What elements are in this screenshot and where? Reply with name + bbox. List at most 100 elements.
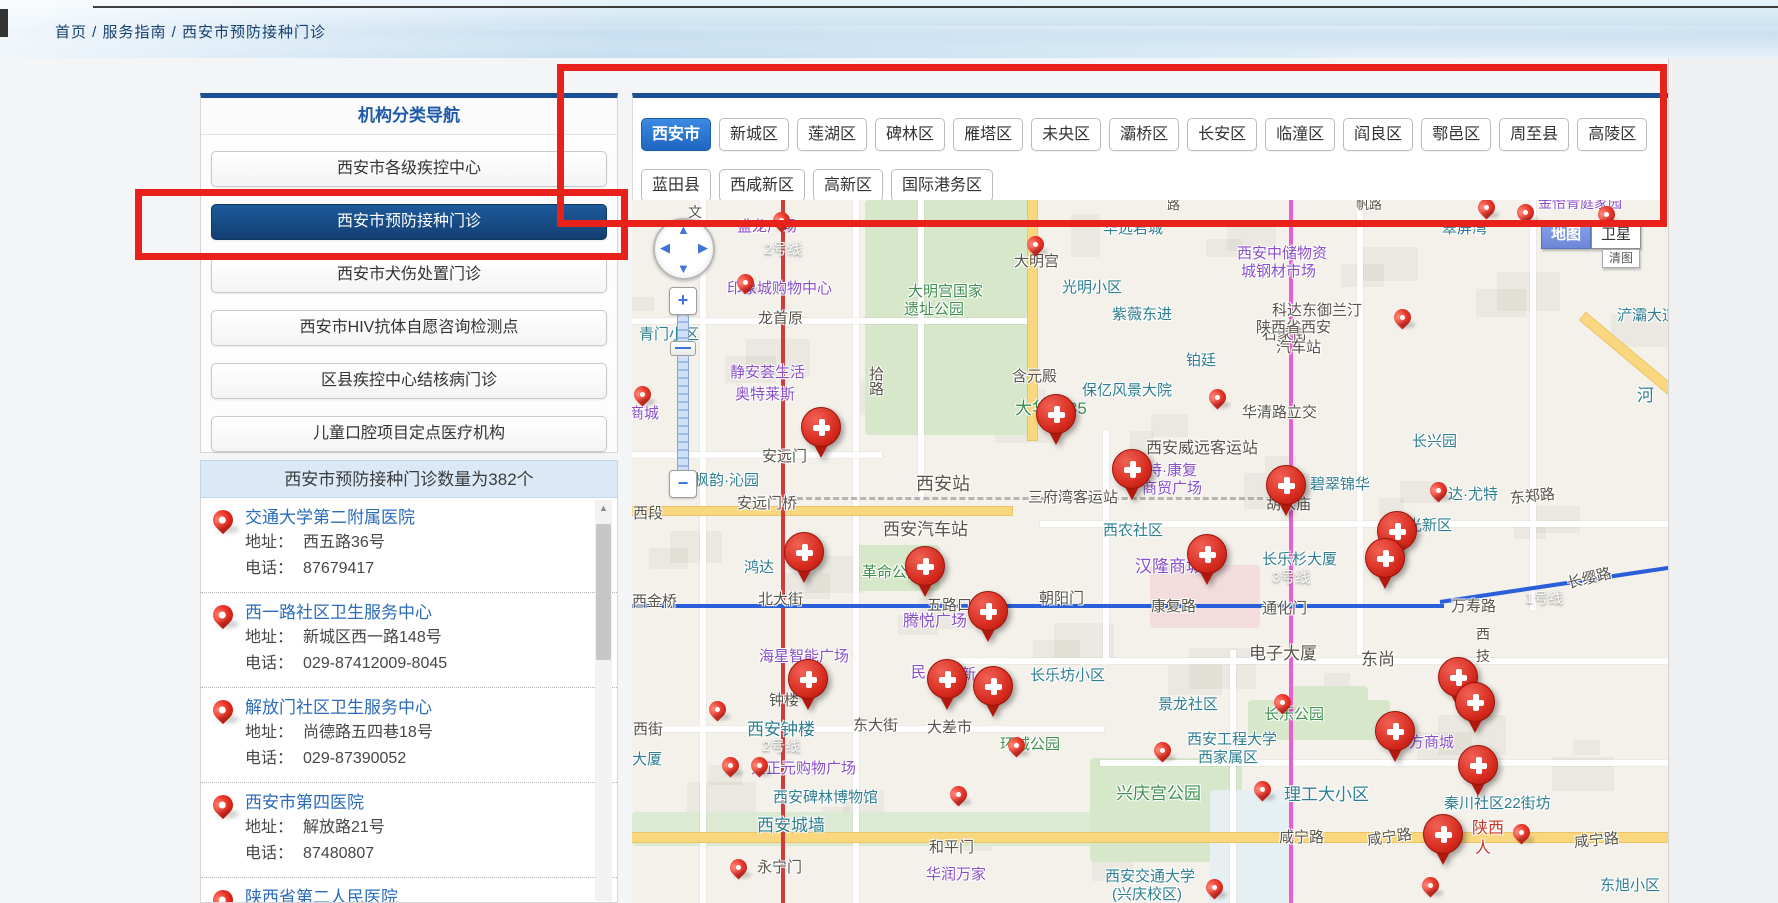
sidebar-item-3[interactable]: 西安市HIV抗体自愿咨询检测点 [211, 310, 607, 346]
breadcrumb[interactable]: 首页 / 服务指南 / 西安市预防接种门诊 [55, 21, 326, 42]
clinic-cluster-marker[interactable] [1455, 682, 1495, 736]
clinic-cluster-marker[interactable] [1375, 711, 1415, 765]
clinic-name-link[interactable]: 交通大学第二附属医院 [245, 506, 587, 530]
map-pin-marker[interactable] [1418, 873, 1442, 897]
district-tabs-row-1: 西安市新城区莲湖区碑林区雁塔区未央区灞桥区长安区临潼区阎良区鄠邑区周至县高陵区 [641, 118, 1647, 151]
map-label: 1号线 [1525, 590, 1563, 608]
map-road [632, 318, 1032, 324]
map-label: 西安工程大学 [1187, 731, 1277, 749]
map-label: 西安交通大学 [1105, 868, 1195, 886]
clinic-cluster-marker[interactable] [973, 666, 1013, 720]
tab-高陵区[interactable]: 高陵区 [1577, 118, 1647, 151]
map-pin-marker[interactable] [1390, 305, 1414, 329]
clinic-address: 地址：解放路21号 [245, 815, 587, 841]
list-scrollbar[interactable]: ▲ [595, 500, 612, 901]
clinic-cluster-marker[interactable] [1365, 538, 1405, 592]
tab-新城区[interactable]: 新城区 [719, 118, 789, 151]
map-road [1530, 200, 1536, 610]
map-label: 安远门桥 [737, 495, 797, 513]
sidebar-item-4[interactable]: 区县疾控中心结核病门诊 [211, 363, 607, 399]
clinic-cluster-marker[interactable] [905, 546, 945, 600]
map-pin-marker[interactable] [705, 697, 729, 721]
clinic-cluster-marker[interactable] [968, 591, 1008, 645]
clinic-cluster-marker[interactable] [1112, 449, 1152, 503]
map-pin-marker[interactable] [1474, 200, 1498, 220]
scroll-up-icon[interactable]: ▲ [595, 500, 612, 516]
tab-碑林区[interactable]: 碑林区 [875, 118, 945, 151]
clinic-cluster-marker[interactable] [788, 659, 828, 713]
zoom-slider-track[interactable] [677, 314, 689, 472]
map-type-map-button[interactable]: 地图 [1541, 221, 1591, 249]
clinic-name-link[interactable]: 西安市第四医院 [245, 791, 587, 815]
page-right-margin [1668, 58, 1778, 903]
map-label: 路 [1163, 200, 1181, 211]
map-label: 长缨路 [1565, 565, 1613, 593]
map-label: 北大街 [758, 591, 803, 609]
sidebar-item-5[interactable]: 儿童口腔项目定点医疗机构 [211, 416, 607, 452]
map-label: 大差市 [927, 719, 972, 737]
map-label: 静安荟生活 [730, 364, 805, 382]
tab-周至县[interactable]: 周至县 [1499, 118, 1569, 151]
sidebar-item-2[interactable]: 西安市犬伤处置门诊 [211, 257, 607, 293]
clinic-cluster-marker[interactable] [1458, 745, 1498, 799]
clinic-list-panel: 交通大学第二附属医院地址：西五路36号电话：87679417 西一路社区卫生服务中… [200, 498, 618, 903]
clinic-address: 地址：西五路36号 [245, 530, 587, 556]
map-label: 西农社区 [1103, 522, 1163, 540]
map-pin-marker[interactable] [1205, 385, 1229, 409]
tab-西安市[interactable]: 西安市 [641, 118, 711, 151]
map-building-block [1476, 289, 1526, 317]
map-pin-marker[interactable] [726, 855, 750, 879]
tab-国际港务区[interactable]: 国际港务区 [891, 169, 993, 202]
tab-灞桥区[interactable]: 灞桥区 [1109, 118, 1179, 151]
window-edge-artifact [0, 9, 8, 37]
clinic-cluster-marker[interactable] [1266, 465, 1306, 519]
clinic-cluster-marker[interactable] [784, 532, 824, 586]
map-road [1230, 650, 1236, 903]
tab-高新区[interactable]: 高新区 [813, 169, 883, 202]
pan-left-icon[interactable]: ◀ [660, 240, 670, 256]
map-pin-marker[interactable] [632, 382, 655, 406]
tab-莲湖区[interactable]: 莲湖区 [797, 118, 867, 151]
tab-临潼区[interactable]: 临潼区 [1265, 118, 1335, 151]
tab-鄠邑区[interactable]: 鄠邑区 [1421, 118, 1491, 151]
pan-up-icon[interactable]: ▲ [677, 222, 690, 237]
map-label: 拾路 [866, 366, 884, 396]
pan-right-icon[interactable]: ▶ [698, 240, 708, 256]
map-type-sub-option[interactable]: 清图 [1602, 249, 1640, 268]
map-label: 鸿达 [744, 559, 774, 577]
map-pin-marker[interactable] [946, 782, 970, 806]
clinic-cluster-marker[interactable] [927, 659, 967, 713]
clinic-name-link[interactable]: 西一路社区卫生服务中心 [245, 601, 587, 625]
clinic-name-link[interactable]: 解放门社区卫生服务中心 [245, 696, 587, 720]
tab-西咸新区[interactable]: 西咸新区 [719, 169, 805, 202]
clinic-cluster-marker[interactable] [1187, 534, 1227, 588]
tab-长安区[interactable]: 长安区 [1187, 118, 1257, 151]
clinic-phone: 电话：87679417 [245, 556, 587, 582]
tab-阎良区[interactable]: 阎良区 [1343, 118, 1413, 151]
tab-雁塔区[interactable]: 雁塔区 [953, 118, 1023, 151]
map-type-satellite-button[interactable]: 卫星 [1591, 221, 1641, 249]
map-label: 景龙社区 [1158, 696, 1218, 714]
map-label: 商城 [632, 405, 659, 423]
map-pan-control[interactable]: ▲ ▼ ◀ ▶ [653, 218, 715, 280]
zoom-in-button[interactable]: + [669, 287, 697, 315]
sidebar-item-1[interactable]: 西安市预防接种门诊 [211, 204, 607, 240]
baidu-map[interactable]: 华远君城光明小区紫薇东进铂廷保亿风景大院青门小区枫韵·沁园西农社区碧翠锦华长乐杉… [632, 200, 1668, 903]
clinic-cluster-marker[interactable] [1423, 814, 1463, 868]
sidebar-item-0[interactable]: 西安市各级疾控中心 [211, 151, 607, 187]
zoom-slider-thumb[interactable] [670, 341, 696, 356]
map-building-block [1071, 214, 1100, 257]
zoom-out-button[interactable]: − [669, 470, 697, 498]
map-label: 华远君城 [1103, 220, 1163, 238]
map-label: 大明宫 [1014, 253, 1059, 271]
map-label: 通化门 [1262, 600, 1307, 618]
clinic-cluster-marker[interactable] [1036, 394, 1076, 448]
tab-蓝田县[interactable]: 蓝田县 [641, 169, 711, 202]
map-label: (兴庆校区) [1112, 886, 1182, 903]
tab-未央区[interactable]: 未央区 [1031, 118, 1101, 151]
clinic-cluster-marker[interactable] [801, 407, 841, 461]
pan-down-icon[interactable]: ▼ [677, 261, 690, 276]
clinic-name-link[interactable]: 陕西省第二人民医院 [245, 886, 587, 903]
scrollbar-thumb[interactable] [596, 524, 611, 660]
map-label: 西安城墙 [757, 817, 825, 835]
